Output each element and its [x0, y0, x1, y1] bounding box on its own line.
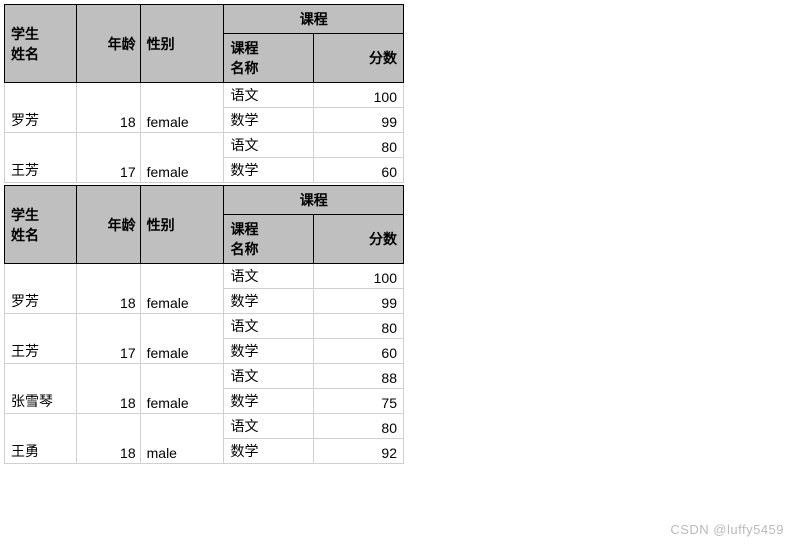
cell-course: 数学 — [224, 339, 314, 364]
cell-age: 18 — [76, 264, 140, 314]
cell-course: 数学 — [224, 439, 314, 464]
student-table-1: 学生姓名 年龄 性别 课程 课程名称 分数 罗芳 18 female 语文 10… — [4, 4, 404, 183]
header-student-name: 学生姓名 — [5, 186, 77, 264]
cell-course: 语文 — [224, 414, 314, 439]
cell-name: 罗芳 — [5, 83, 77, 133]
cell-gender: female — [140, 314, 224, 364]
cell-name: 王勇 — [5, 414, 77, 464]
cell-course: 语文 — [224, 264, 314, 289]
cell-gender: female — [140, 264, 224, 314]
cell-gender: female — [140, 364, 224, 414]
header-course-group: 课程 — [224, 186, 404, 215]
cell-course: 数学 — [224, 289, 314, 314]
cell-score: 88 — [314, 364, 404, 389]
cell-score: 80 — [314, 314, 404, 339]
cell-course: 语文 — [224, 133, 314, 158]
cell-course: 语文 — [224, 364, 314, 389]
cell-score: 100 — [314, 264, 404, 289]
tables-container: 学生姓名 年龄 性别 课程 课程名称 分数 罗芳 18 female 语文 10… — [4, 4, 800, 464]
cell-name: 王芳 — [5, 133, 77, 183]
header-gender: 性别 — [140, 186, 224, 264]
table-row: 王芳 17 female 语文 80 — [5, 314, 404, 339]
table-row: 王芳 17 female 语文 80 — [5, 133, 404, 158]
header-age: 年龄 — [76, 5, 140, 83]
cell-gender: female — [140, 133, 224, 183]
header-course-group: 课程 — [224, 5, 404, 34]
table-row: 罗芳 18 female 语文 100 — [5, 264, 404, 289]
cell-gender: female — [140, 83, 224, 133]
cell-score: 60 — [314, 158, 404, 183]
cell-score: 99 — [314, 289, 404, 314]
student-table-2: 学生姓名 年龄 性别 课程 课程名称 分数 罗芳 18 female 语文 10… — [4, 185, 404, 464]
header-age: 年龄 — [76, 186, 140, 264]
cell-name: 王芳 — [5, 314, 77, 364]
header-gender: 性别 — [140, 5, 224, 83]
cell-score: 80 — [314, 133, 404, 158]
table-row: 张雪琴 18 female 语文 88 — [5, 364, 404, 389]
cell-course: 数学 — [224, 389, 314, 414]
cell-course: 数学 — [224, 158, 314, 183]
cell-age: 18 — [76, 364, 140, 414]
cell-name: 张雪琴 — [5, 364, 77, 414]
cell-age: 17 — [76, 314, 140, 364]
cell-age: 18 — [76, 83, 140, 133]
cell-age: 18 — [76, 414, 140, 464]
header-course-name: 课程名称 — [224, 34, 314, 83]
cell-name: 罗芳 — [5, 264, 77, 314]
cell-gender: male — [140, 414, 224, 464]
cell-score: 99 — [314, 108, 404, 133]
cell-score: 92 — [314, 439, 404, 464]
cell-score: 80 — [314, 414, 404, 439]
cell-course: 语文 — [224, 83, 314, 108]
cell-score: 100 — [314, 83, 404, 108]
cell-score: 75 — [314, 389, 404, 414]
cell-score: 60 — [314, 339, 404, 364]
table-row: 王勇 18 male 语文 80 — [5, 414, 404, 439]
cell-age: 17 — [76, 133, 140, 183]
cell-course: 语文 — [224, 314, 314, 339]
table-row: 罗芳 18 female 语文 100 — [5, 83, 404, 108]
watermark: CSDN @luffy5459 — [670, 522, 784, 537]
header-student-name: 学生姓名 — [5, 5, 77, 83]
header-score: 分数 — [314, 34, 404, 83]
header-score: 分数 — [314, 215, 404, 264]
header-course-name: 课程名称 — [224, 215, 314, 264]
cell-course: 数学 — [224, 108, 314, 133]
